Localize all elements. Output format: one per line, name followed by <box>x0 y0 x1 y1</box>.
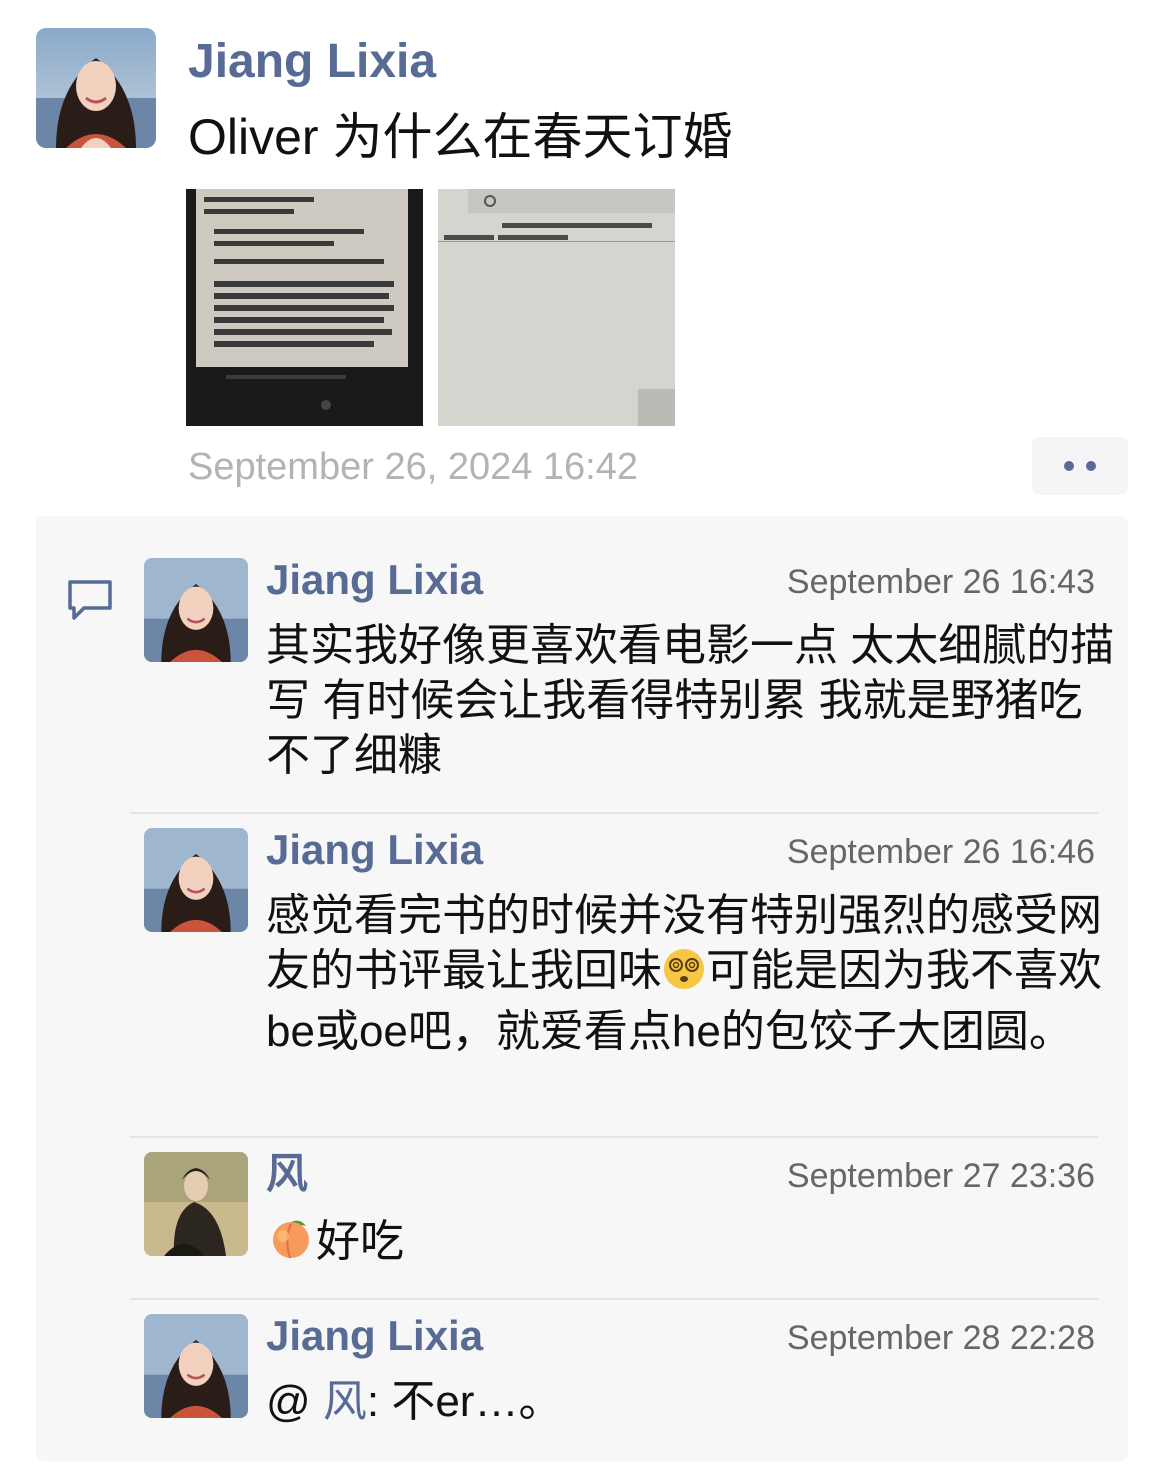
comment-author[interactable]: Jiang Lixia <box>266 556 483 604</box>
comment-time: September 27 23:36 <box>786 1157 1095 1195</box>
ellipsis-icon <box>1086 461 1096 471</box>
comment-avatar[interactable] <box>144 828 248 932</box>
post-image-ereader-blank[interactable] <box>438 189 675 426</box>
comment-divider <box>130 1136 1098 1138</box>
post-image-ereader-text[interactable] <box>186 189 423 426</box>
more-options-button[interactable] <box>1032 437 1128 495</box>
comment-author[interactable]: Jiang Lixia <box>266 1312 483 1360</box>
post-timestamp: September 26, 2024 16:42 <box>188 446 639 488</box>
comment-time: September 28 22:28 <box>786 1319 1095 1357</box>
mention-prefix: @ <box>266 1377 323 1426</box>
comment-text-part: : 不er…。 <box>366 1377 563 1426</box>
comment-author[interactable]: 风 <box>266 1150 308 1198</box>
mention-link[interactable]: 风 <box>323 1377 367 1426</box>
peach-emoji-icon <box>266 1212 316 1275</box>
comment-divider <box>130 812 1098 814</box>
comment-text: @ 风: 不er…。 <box>266 1374 1116 1429</box>
post-text: Oliver 为什么在春天订婚 <box>188 109 733 165</box>
ellipsis-icon <box>1064 461 1074 471</box>
comment-time: September 26 16:46 <box>786 833 1095 871</box>
post-author-name[interactable]: Jiang Lixia <box>188 34 436 90</box>
comment-icon <box>66 578 114 622</box>
dizzy-face-emoji-icon <box>662 947 706 1004</box>
comment-divider <box>130 1298 1098 1300</box>
comment-text: 感觉看完书的时候并没有特别强烈的感受网友的书评最让我回味 可能是因为我不喜欢be或… <box>266 888 1116 1059</box>
post-author-avatar[interactable] <box>36 28 156 148</box>
comment-avatar[interactable] <box>144 558 248 662</box>
comment-text-part: 好吃 <box>316 1217 404 1266</box>
comment-text: 其实我好像更喜欢看电影一点 太太细腻的描写 有时候会让我看得特别累 我就是野猪吃… <box>266 621 1115 780</box>
comment-time: September 26 16:43 <box>786 563 1095 601</box>
comment-author[interactable]: Jiang Lixia <box>266 826 483 874</box>
comment-text: 好吃 <box>266 1212 1116 1275</box>
comment-avatar[interactable] <box>144 1314 248 1418</box>
comment-avatar-feng[interactable] <box>144 1152 248 1256</box>
